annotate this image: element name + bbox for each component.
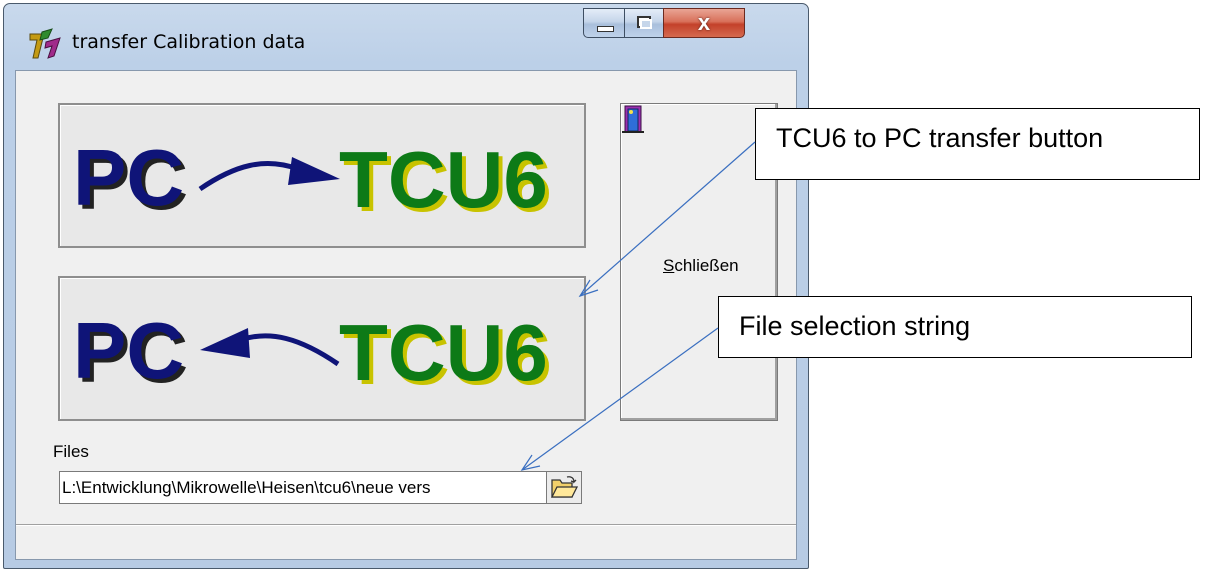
callout-arrow-line-1 — [579, 141, 756, 297]
callout-arrow-line-2 — [521, 327, 719, 471]
callout-arrows — [520, 141, 756, 471]
